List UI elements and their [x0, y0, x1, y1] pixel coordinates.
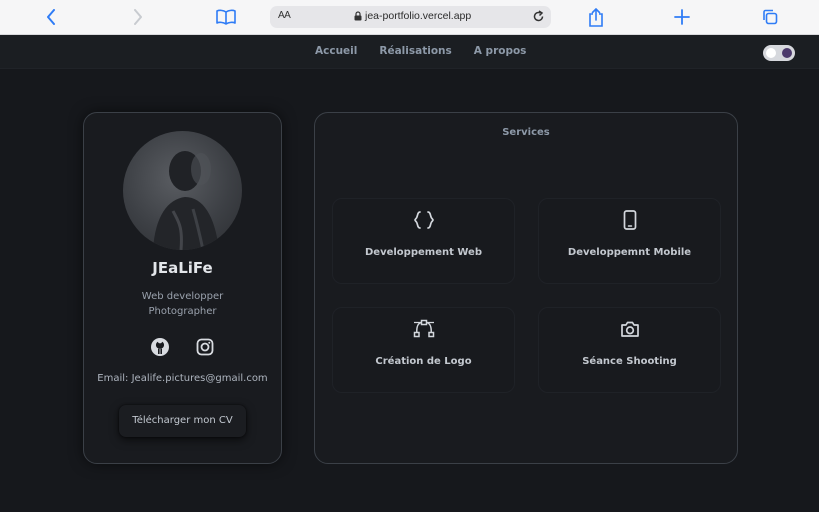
profile-role-web: Web developper: [141, 291, 224, 302]
profile-role-photo: Photographer: [148, 306, 217, 317]
email-text: Email: Jealife.pictures@gmail.com: [97, 373, 268, 384]
site-navbar: Accueil Réalisations A propos: [0, 35, 819, 69]
reload-icon[interactable]: [532, 10, 545, 28]
lock-icon: [354, 11, 362, 21]
share-icon[interactable]: [584, 6, 608, 28]
download-cv-button[interactable]: Télécharger mon CV: [119, 405, 246, 437]
instagram-icon[interactable]: [195, 337, 215, 357]
service-label: Création de Logo: [375, 356, 472, 367]
nav-link-realisations[interactable]: Réalisations: [379, 45, 451, 57]
service-tile-mobile[interactable]: Developpemnt Mobile: [538, 198, 721, 284]
new-tab-icon[interactable]: [670, 6, 694, 28]
code-braces-icon: [333, 209, 514, 231]
browser-toolbar: AA jea-portfolio.vercel.app: [0, 0, 819, 35]
service-tile-web[interactable]: Developpement Web: [332, 198, 515, 284]
avatar: [123, 131, 242, 250]
nav-link-a-propos[interactable]: A propos: [474, 45, 527, 57]
forward-icon[interactable]: [126, 6, 150, 28]
url-text: jea-portfolio.vercel.app: [365, 10, 472, 22]
text-size-button[interactable]: AA: [278, 10, 291, 21]
profile-card: JEaLiFe Web developper Photographer Emai…: [83, 112, 282, 464]
nav-link-accueil[interactable]: Accueil: [315, 45, 357, 57]
back-icon[interactable]: [39, 6, 63, 28]
services-card: Services Developpement Web Developpemnt …: [314, 112, 738, 464]
vector-pen-icon: [333, 318, 514, 340]
address-bar[interactable]: AA jea-portfolio.vercel.app: [270, 6, 551, 28]
tabs-overview-icon[interactable]: [758, 6, 782, 28]
camera-icon: [539, 318, 720, 340]
theme-toggle[interactable]: [763, 45, 795, 61]
service-tile-shooting[interactable]: Séance Shooting: [538, 307, 721, 393]
service-label: Developpement Web: [365, 247, 482, 258]
mobile-phone-icon: [539, 209, 720, 231]
service-label: Séance Shooting: [582, 356, 677, 367]
portfolio-site: Accueil Réalisations A propos JEaLiFe We…: [0, 35, 819, 512]
bookmarks-icon[interactable]: [214, 6, 238, 28]
service-label: Developpemnt Mobile: [567, 247, 692, 258]
github-icon[interactable]: [150, 337, 170, 357]
services-title: Services: [502, 127, 550, 138]
profile-name: JEaLiFe: [152, 259, 213, 277]
service-tile-logo[interactable]: Création de Logo: [332, 307, 515, 393]
